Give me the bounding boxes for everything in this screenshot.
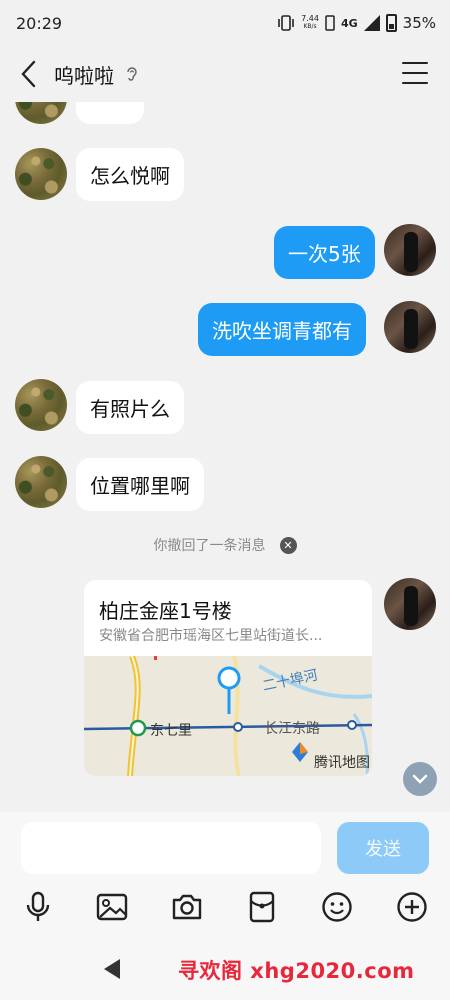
- image-icon[interactable]: [95, 890, 129, 924]
- my-avatar[interactable]: [384, 578, 436, 630]
- battery-icon: [385, 14, 397, 32]
- friend-avatar[interactable]: [15, 148, 67, 200]
- net-speed: 7.44 KB/s: [301, 14, 319, 31]
- message-bubble[interactable]: 洗吹坐调青都有: [198, 303, 366, 356]
- map-provider-label: 腾讯地图: [314, 755, 370, 771]
- back-icon[interactable]: [8, 46, 48, 102]
- red-packet-icon[interactable]: [245, 890, 279, 924]
- status-icons: 7.44 KB/s 4G 35%: [277, 14, 436, 32]
- map-road-label: 长江东路: [264, 721, 320, 737]
- vibrate-icon: [278, 15, 294, 31]
- message-bubble[interactable]: 一次5张: [274, 226, 375, 279]
- message-bubble[interactable]: 位置哪里啊: [76, 458, 204, 511]
- system-nav-bar: 寻欢阁 xhg2020.com: [0, 945, 450, 1000]
- battery-level: 35%: [402, 14, 436, 32]
- watermark-text: 寻欢阁 xhg2020.com: [178, 959, 415, 983]
- status-bar: 20:29 7.44 KB/s 4G 35%: [0, 0, 450, 46]
- plus-icon[interactable]: [395, 890, 429, 924]
- chat-header: 呜啦啦: [0, 46, 450, 102]
- close-icon[interactable]: ✕: [279, 536, 297, 554]
- camera-icon[interactable]: [170, 890, 204, 924]
- scroll-down-button[interactable]: [403, 762, 437, 796]
- ear-icon: [127, 67, 137, 81]
- menu-icon[interactable]: [402, 62, 428, 84]
- send-button[interactable]: 发送: [337, 822, 429, 874]
- signal-icon: [363, 15, 380, 31]
- chat-title[interactable]: 呜啦啦: [54, 60, 114, 89]
- recall-notice: 你撤回了一条消息 ✕: [0, 532, 450, 558]
- chevron-down-icon: [412, 774, 428, 784]
- network-type: 4G: [340, 16, 358, 30]
- location-address: 安徽省合肥市瑶海区七里站街道长...: [99, 628, 323, 644]
- location-map[interactable]: 东七里 长江东路 二十埠河 腾讯地图: [84, 656, 372, 776]
- my-avatar[interactable]: [384, 301, 436, 353]
- message-bubble[interactable]: 怎么悦啊: [76, 148, 184, 201]
- message-input[interactable]: [21, 822, 321, 874]
- nav-back-icon[interactable]: [104, 959, 120, 979]
- map-station-label: 东七里: [150, 723, 192, 739]
- emoji-icon[interactable]: [320, 890, 354, 924]
- location-title: 柏庄金座1号楼: [99, 599, 232, 623]
- friend-avatar[interactable]: [15, 379, 67, 431]
- location-card[interactable]: 柏庄金座1号楼 安徽省合肥市瑶海区七里站街道长... 东七里 长江东路 二十埠河…: [84, 580, 372, 776]
- friend-avatar[interactable]: [15, 456, 67, 508]
- status-time: 20:29: [16, 13, 63, 33]
- message-bubble[interactable]: 有照片么: [76, 381, 184, 434]
- microphone-icon[interactable]: [21, 890, 55, 924]
- recall-text: 你撤回了一条消息: [153, 538, 266, 554]
- my-avatar[interactable]: [384, 224, 436, 276]
- sim-icon: [325, 15, 335, 31]
